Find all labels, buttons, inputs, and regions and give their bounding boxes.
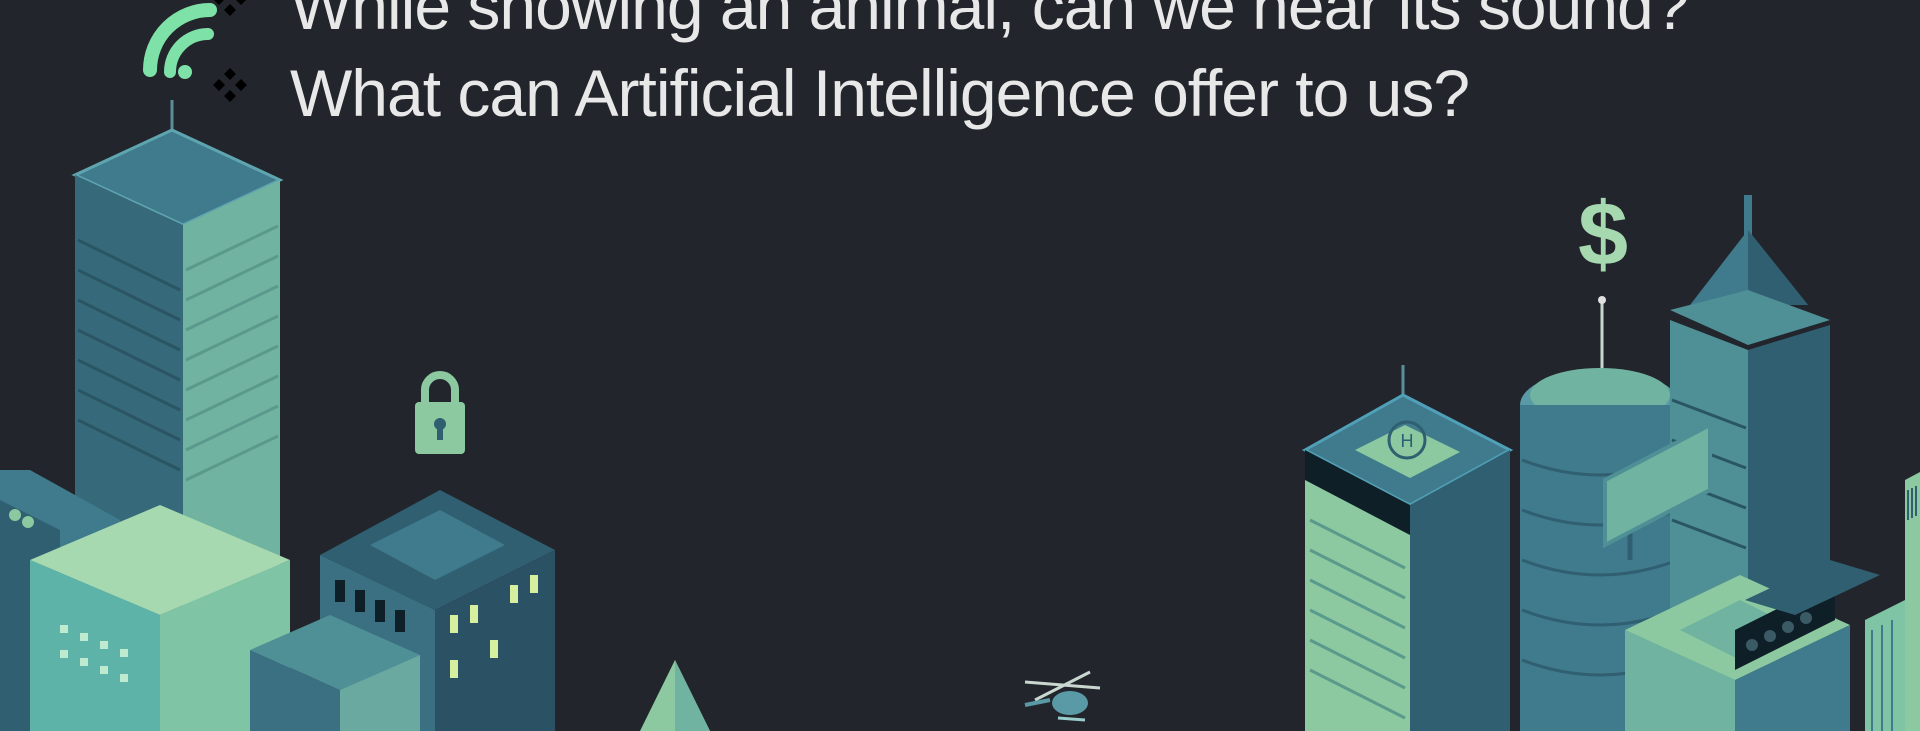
wifi-icon <box>143 3 217 79</box>
right-edge-building <box>1865 472 1920 731</box>
dollar-icon: $ <box>1578 185 1628 285</box>
svg-text:$: $ <box>1578 185 1628 285</box>
lock-icon <box>415 371 465 454</box>
city-illustration: H $ <box>0 3 1920 731</box>
helicopter-icon <box>1024 670 1101 722</box>
slide: While showing an animal, can we hear its… <box>0 0 1920 731</box>
cone-spire <box>640 660 710 731</box>
svg-text:H: H <box>1401 431 1414 451</box>
helipad-tower: H <box>1301 365 1514 731</box>
